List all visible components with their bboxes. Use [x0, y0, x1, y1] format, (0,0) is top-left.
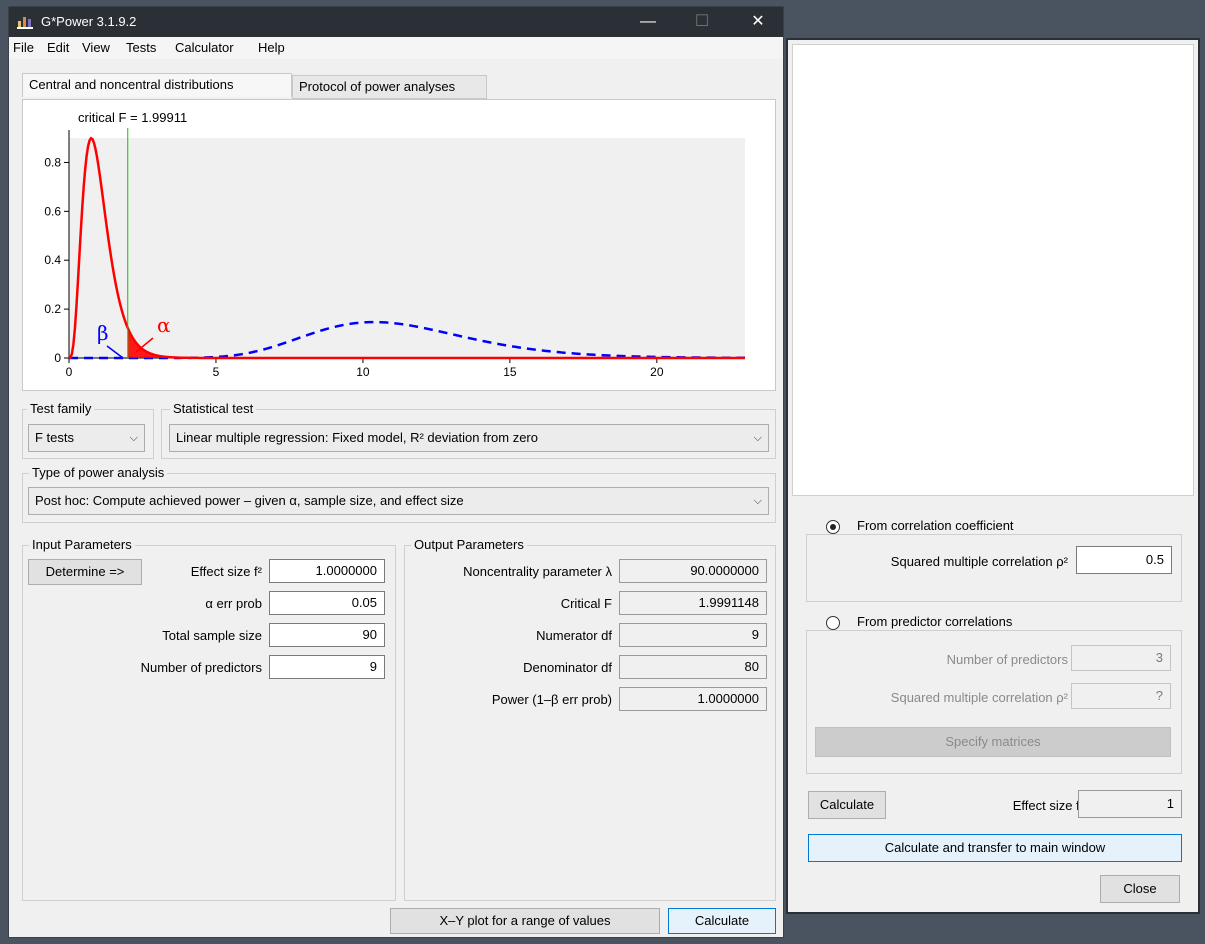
denominator-df-label: Denominator df: [523, 660, 612, 675]
determine-button[interactable]: Determine =>: [28, 559, 142, 585]
close-window-button[interactable]: ✕: [743, 11, 773, 33]
pred-sq-label: Squared multiple correlation ρ²: [890, 690, 1068, 705]
dialog-close-button[interactable]: Close: [1100, 875, 1180, 903]
output-parameters-title: Output Parameters: [411, 537, 527, 552]
num-predictors-input[interactable]: 9: [269, 655, 385, 679]
chevron-down-icon: ⌵: [129, 432, 138, 444]
from-predictor-radio[interactable]: [826, 616, 840, 630]
tab-distributions[interactable]: Central and noncentral distributions: [22, 73, 292, 97]
critical-f-output: 1.9991148: [619, 591, 767, 615]
power-analysis-select[interactable]: Post hoc: Compute achieved power – given…: [28, 487, 769, 515]
x-tick-label: 10: [356, 365, 370, 379]
x-tick-label: 20: [650, 365, 664, 379]
pred-num-input: 3: [1071, 645, 1171, 671]
power-output: 1.0000000: [619, 687, 767, 711]
minimize-button[interactable]: —: [633, 11, 663, 33]
gpower-main-window: G*Power 3.1.9.2 — ☐ ✕ File Edit View Tes…: [8, 6, 784, 938]
effect-size-dialog: From correlation coefficient Squared mul…: [786, 38, 1200, 914]
menu-bar: File Edit View Tests Calculator Help: [9, 37, 783, 59]
dialog-preview-area: [792, 44, 1194, 496]
chevron-down-icon: ⌵: [753, 432, 762, 444]
power-label: Power (1–β err prob): [491, 692, 612, 707]
y-tick-label: 0: [54, 351, 61, 365]
input-parameters-title: Input Parameters: [29, 537, 135, 552]
chevron-down-icon: ⌵: [753, 495, 762, 507]
specify-matrices-button: Specify matrices: [815, 727, 1171, 757]
beta-label: β: [97, 321, 109, 345]
distribution-plot-panel: 0 5 10 15 20 0 0.2 0.4 0.6 0.8 critical F = 1.99…: [22, 99, 776, 391]
alpha-err-input[interactable]: 0.05: [269, 591, 385, 615]
pred-sq-input: ?: [1071, 683, 1171, 709]
total-sample-label: Total sample size: [162, 628, 262, 643]
numerator-df-label: Numerator df: [536, 628, 612, 643]
window-title: G*Power 3.1.9.2: [41, 14, 137, 29]
power-analysis-value: Post hoc: Compute achieved power – given…: [35, 493, 464, 508]
squared-corr-input[interactable]: 0.5: [1076, 546, 1172, 574]
test-family-select[interactable]: F tests ⌵: [28, 424, 145, 452]
title-bar: G*Power 3.1.9.2 — ☐ ✕: [9, 7, 783, 37]
critical-value-label: critical F = 1.99911: [78, 110, 187, 125]
x-tick-label: 15: [503, 365, 517, 379]
y-tick-label: 0.8: [44, 155, 61, 169]
total-sample-input[interactable]: 90: [269, 623, 385, 647]
menu-view[interactable]: View: [82, 40, 110, 55]
alpha-err-label: α err prob: [205, 596, 262, 611]
alpha-label: α: [157, 313, 171, 337]
menu-tests[interactable]: Tests: [126, 40, 156, 55]
noncentrality-label: Noncentrality parameter λ: [463, 564, 612, 579]
y-tick-label: 0.2: [44, 302, 61, 316]
y-tick-label: 0.4: [44, 253, 61, 267]
test-family-value: F tests: [35, 430, 75, 445]
maximize-button[interactable]: ☐: [687, 11, 717, 33]
x-tick-label: 0: [66, 365, 73, 379]
from-correlation-label: From correlation coefficient: [854, 518, 1017, 533]
dialog-effect-size-label: Effect size f²: [1012, 798, 1084, 813]
denominator-df-output: 80: [619, 655, 767, 679]
numerator-df-output: 9: [619, 623, 767, 647]
critical-f-label: Critical F: [560, 596, 612, 611]
menu-edit[interactable]: Edit: [47, 40, 69, 55]
dialog-effect-size-output: 1: [1078, 790, 1182, 818]
statistical-test-select[interactable]: Linear multiple regression: Fixed model,…: [169, 424, 769, 452]
menu-file[interactable]: File: [13, 40, 34, 55]
power-analysis-label: Type of power analysis: [29, 465, 168, 480]
effect-size-label: Effect size f²: [190, 564, 262, 579]
test-family-label: Test family: [27, 401, 95, 416]
calculate-button[interactable]: Calculate: [668, 908, 776, 934]
statistical-test-label: Statistical test: [170, 401, 257, 416]
xy-plot-button[interactable]: X–Y plot for a range of values: [390, 908, 660, 934]
gpower-app-icon: [17, 17, 33, 29]
y-tick-label: 0.6: [44, 204, 61, 218]
x-tick-label: 5: [213, 365, 220, 379]
dialog-calculate-button[interactable]: Calculate: [808, 791, 886, 819]
pred-num-label: Number of predictors: [946, 652, 1068, 667]
calculate-transfer-button[interactable]: Calculate and transfer to main window: [808, 834, 1182, 862]
tab-protocol[interactable]: Protocol of power analyses: [292, 75, 487, 99]
menu-help[interactable]: Help: [258, 40, 285, 55]
noncentrality-output: 90.0000000: [619, 559, 767, 583]
distribution-plot: 0 5 10 15 20 0 0.2 0.4 0.6 0.8 critical F = 1.99…: [44, 110, 746, 379]
from-correlation-radio[interactable]: [826, 520, 840, 534]
num-predictors-label: Number of predictors: [140, 660, 262, 675]
squared-corr-label: Squared multiple correlation ρ²: [890, 554, 1068, 569]
menu-calculator[interactable]: Calculator: [175, 40, 234, 55]
effect-size-input[interactable]: 1.0000000: [269, 559, 385, 583]
from-predictor-label: From predictor correlations: [854, 614, 1016, 629]
statistical-test-value: Linear multiple regression: Fixed model,…: [176, 430, 538, 445]
